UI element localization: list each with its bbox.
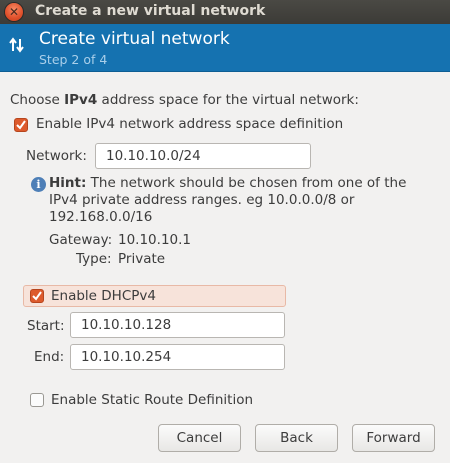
- end-input[interactable]: 10.10.10.254: [70, 344, 285, 370]
- info-icon: i: [31, 177, 46, 192]
- gateway-value: 10.10.10.1: [118, 232, 191, 248]
- back-button[interactable]: Back: [255, 424, 338, 452]
- swap-arrows-icon: [8, 37, 26, 57]
- checkmark-icon: [16, 120, 26, 130]
- window-title: Create a new virtual network: [35, 3, 266, 19]
- gateway-label: Gateway:: [49, 232, 113, 248]
- start-input[interactable]: 10.10.10.128: [70, 312, 285, 338]
- end-label: End:: [34, 349, 65, 365]
- enable-dhcp-label[interactable]: Enable DHCPv4: [51, 288, 156, 304]
- hint-line-2: IPv4 private address ranges. eg 10.0.0.0…: [49, 192, 355, 208]
- static-route-checkbox[interactable]: [30, 393, 44, 407]
- window-titlebar: ✕ Create a new virtual network: [0, 0, 450, 24]
- type-value: Private: [118, 251, 166, 267]
- wizard-title: Create virtual network: [39, 29, 230, 49]
- hint-line-1: Hint: The network should be chosen from …: [49, 175, 407, 191]
- enable-ipv4-checkbox[interactable]: [14, 118, 28, 132]
- wizard-step: Step 2 of 4: [39, 52, 108, 67]
- intro-text: Choose IPv4 address space for the virtua…: [10, 92, 359, 108]
- enable-ipv4-label[interactable]: Enable IPv4 network address space defini…: [36, 116, 343, 132]
- start-label: Start:: [27, 318, 65, 334]
- enable-dhcp-checkbox[interactable]: [30, 289, 44, 303]
- forward-button[interactable]: Forward: [352, 424, 435, 452]
- static-route-label[interactable]: Enable Static Route Definition: [51, 392, 253, 408]
- type-label: Type:: [76, 251, 112, 267]
- wizard-header: Create virtual network Step 2 of 4: [0, 24, 450, 72]
- network-label: Network:: [26, 148, 87, 164]
- close-icon[interactable]: ✕: [5, 3, 23, 21]
- network-input[interactable]: 10.10.10.0/24: [95, 143, 311, 169]
- checkmark-icon: [32, 291, 42, 301]
- hint-line-3: 192.168.0.0/16: [49, 209, 153, 225]
- cancel-button[interactable]: Cancel: [158, 424, 241, 452]
